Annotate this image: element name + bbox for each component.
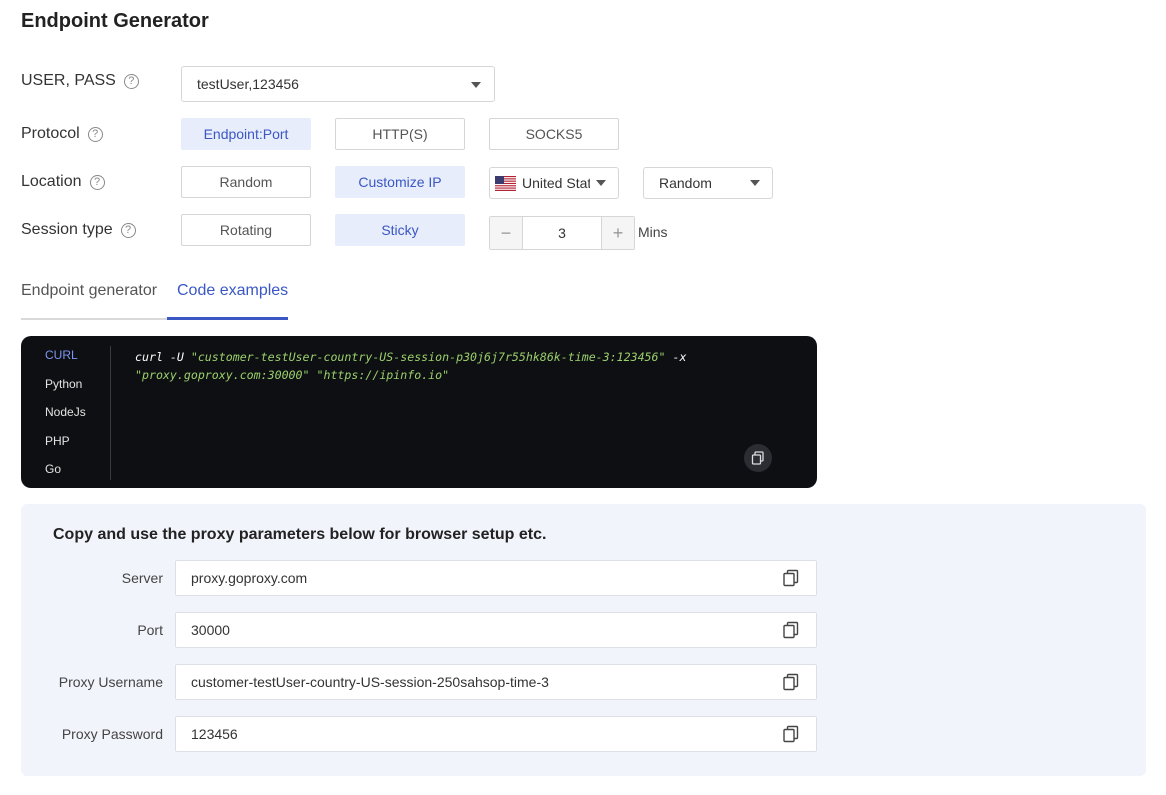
protocol-label: Protocol ? [21,117,103,151]
code-snippet: curl -U "customer-testUser-country-US-se… [135,348,775,384]
session-option-rotating[interactable]: Rotating [181,214,311,246]
country-value: United Stat [522,175,590,191]
question-circle-icon[interactable]: ? [87,126,103,142]
chevron-down-icon [596,180,606,186]
duration-input[interactable]: 3 [522,217,602,249]
location-label: Location ? [21,165,105,199]
copy-icon[interactable] [782,725,800,743]
protocol-option-socks5[interactable]: SOCKS5 [489,118,619,150]
proxy-username-value: customer-testUser-country-US-session-250… [191,674,549,690]
protocol-option-endpoint-port[interactable]: Endpoint:Port [181,118,311,150]
duration-stepper: − 3 + [489,216,635,250]
code-proxy-flag: -x [665,350,694,364]
lang-tab-php[interactable]: PHP [45,434,70,448]
port-field[interactable]: 30000 [175,612,817,648]
session-option-sticky[interactable]: Sticky [335,214,465,246]
chevron-down-icon [750,180,760,186]
copy-icon [751,451,764,465]
region-select[interactable]: Random [643,167,773,199]
session-type-label: Session type ? [21,213,136,247]
question-circle-icon[interactable]: ? [120,222,136,238]
location-option-customize-ip[interactable]: Customize IP [335,166,465,198]
user-pass-label-text: USER, PASS [21,72,116,89]
copy-code-button[interactable] [744,444,772,472]
param-label-username: Proxy Username [58,674,163,690]
code-divider [110,346,111,480]
lang-tab-nodejs[interactable]: NodeJs [45,405,86,419]
question-circle-icon[interactable]: ? [123,73,139,89]
code-command: curl -U [135,350,191,364]
copy-icon[interactable] [782,569,800,587]
protocol-label-text: Protocol [21,125,80,142]
param-label-port: Port [137,622,163,638]
proxy-username-field[interactable]: customer-testUser-country-US-session-250… [175,664,817,700]
increment-button[interactable]: + [602,217,634,249]
us-flag-icon [495,175,516,191]
lang-tab-go[interactable]: Go [45,462,61,476]
param-label-password: Proxy Password [61,726,163,742]
copy-icon[interactable] [782,673,800,691]
server-field[interactable]: proxy.goproxy.com [175,560,817,596]
copy-icon[interactable] [782,621,800,639]
page-title: Endpoint Generator [21,10,209,32]
duration-unit: Mins [638,224,668,240]
protocol-option-https[interactable]: HTTP(S) [335,118,465,150]
location-option-random[interactable]: Random [181,166,311,198]
lang-tab-curl[interactable]: CURL [45,348,78,362]
user-pass-value: testUser,123456 [197,76,299,92]
code-credentials: "customer-testUser-country-US-session-p3… [190,350,666,364]
decrement-button[interactable]: − [490,217,522,249]
lang-tab-python[interactable]: Python [45,377,82,391]
chevron-down-icon [471,82,481,88]
session-type-label-text: Session type [21,221,113,238]
server-value: proxy.goproxy.com [191,570,308,586]
port-value: 30000 [191,622,230,638]
region-value: Random [659,175,712,191]
param-label-server: Server [121,570,163,586]
code-proxy: "proxy.goproxy.com:30000" [135,368,310,382]
question-circle-icon[interactable]: ? [89,174,105,190]
active-tab-indicator [167,317,288,320]
proxy-password-value: 123456 [191,726,238,742]
tab-endpoint-generator[interactable]: Endpoint generator [21,282,157,300]
proxy-password-field[interactable]: 123456 [175,716,817,752]
code-url: "https://ipinfo.io" [309,368,450,382]
user-pass-select[interactable]: testUser,123456 [181,66,495,102]
user-pass-label: USER, PASS ? [21,64,139,98]
params-title: Copy and use the proxy parameters below … [53,526,547,543]
location-label-text: Location [21,173,82,190]
country-select[interactable]: United Stat [489,167,619,199]
tab-code-examples[interactable]: Code examples [177,282,288,300]
